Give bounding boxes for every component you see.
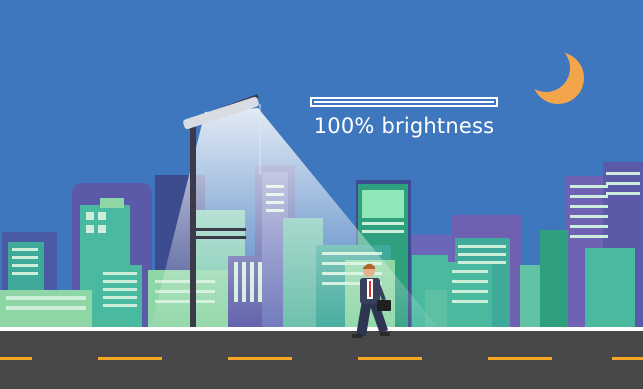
street-scene-illustration xyxy=(0,0,643,389)
brightness-progress-fill xyxy=(314,101,494,103)
brightness-label: 100% brightness xyxy=(313,114,495,138)
street-scene-frame: 100% brightness xyxy=(0,0,643,389)
brightness-progress-bar xyxy=(310,97,498,107)
sidewalk xyxy=(0,327,643,331)
